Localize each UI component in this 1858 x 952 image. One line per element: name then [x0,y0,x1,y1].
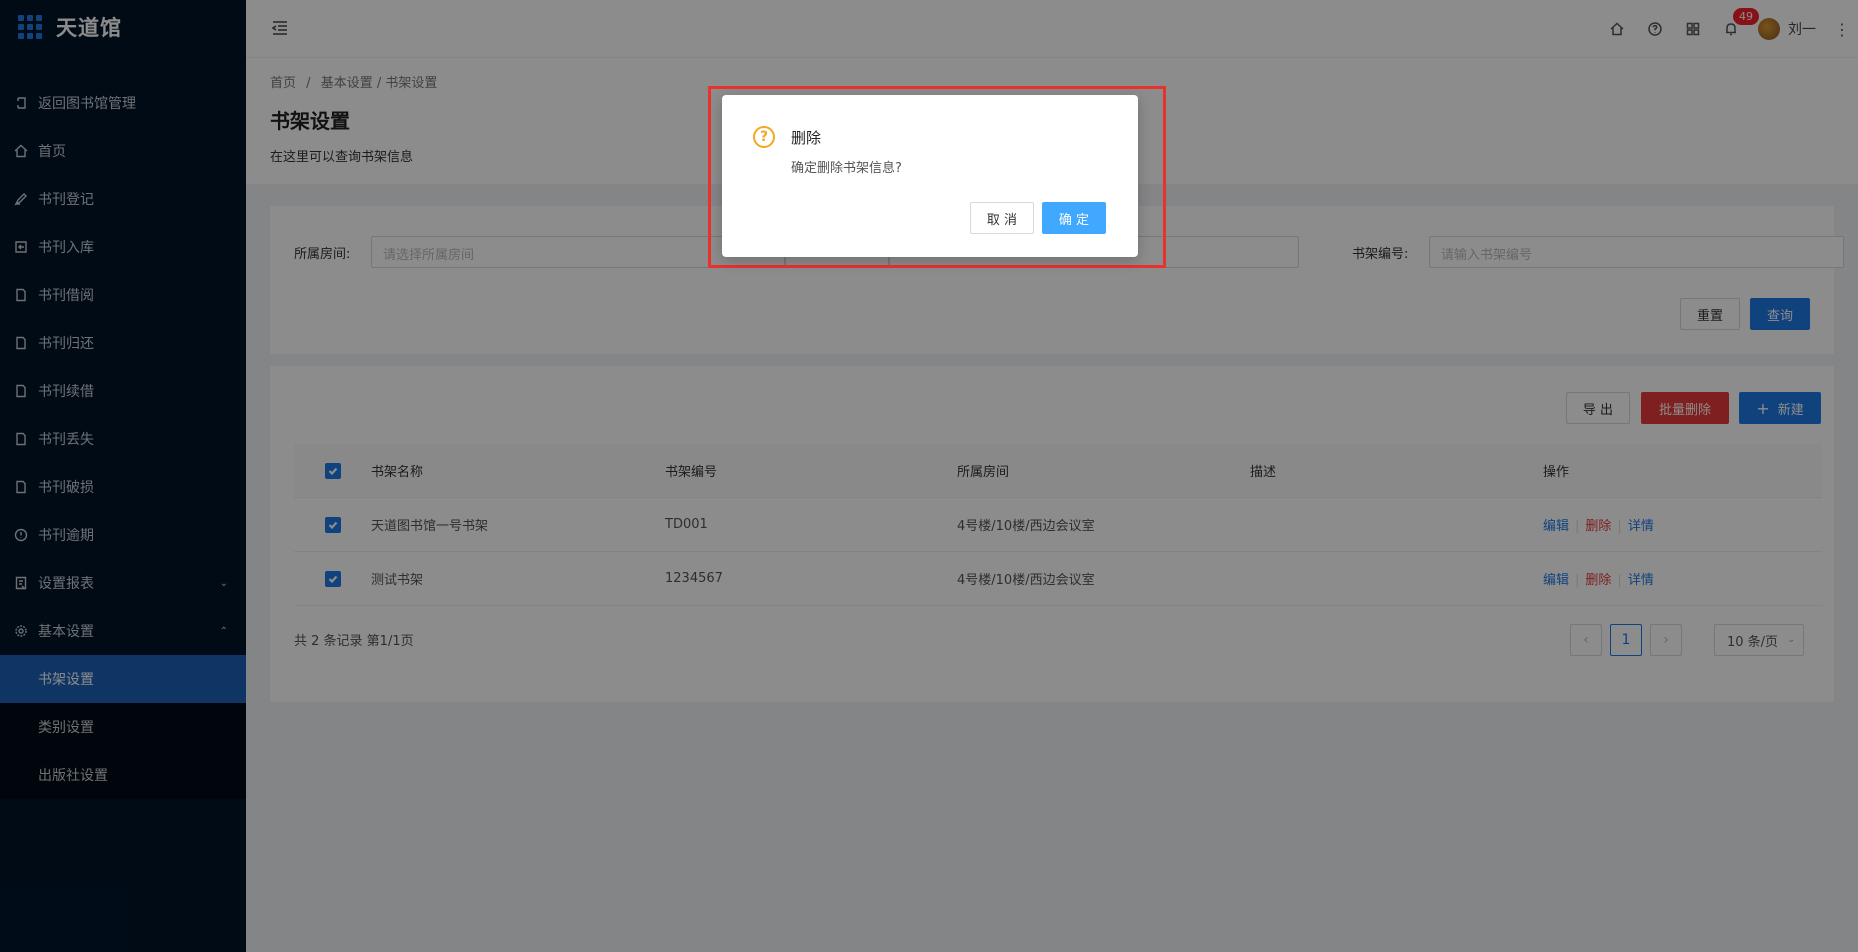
confirm-button[interactable]: 确 定 [1042,202,1106,234]
cancel-button[interactable]: 取 消 [970,202,1034,234]
modal-title: 删除 [791,129,822,147]
question-icon: ? [753,126,775,148]
modal-message: 确定删除书架信息? [791,161,902,176]
confirm-delete-modal: ? 删除 确定删除书架信息? 取 消 确 定 [722,95,1138,257]
